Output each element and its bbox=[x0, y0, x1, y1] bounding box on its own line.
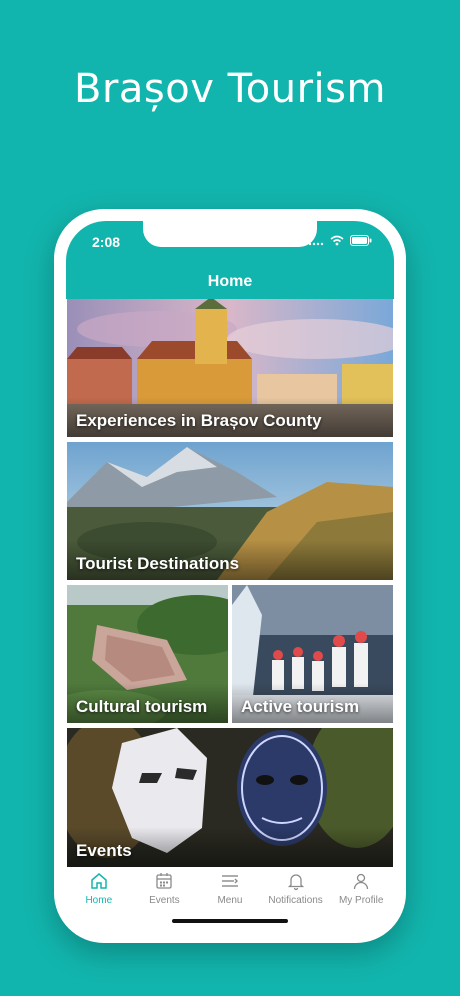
tile-label: Experiences in Brașov County bbox=[76, 411, 322, 430]
profile-icon bbox=[354, 873, 369, 890]
signal-icon bbox=[308, 242, 324, 245]
calendar-icon bbox=[156, 873, 173, 889]
battery-icon bbox=[350, 235, 372, 246]
tile-events[interactable]: Events bbox=[67, 728, 393, 867]
tab-label: My Profile bbox=[338, 895, 384, 906]
status-time: 2:08 bbox=[92, 234, 121, 250]
tab-label: Menu bbox=[217, 895, 243, 906]
home-indicator bbox=[172, 919, 288, 923]
tab-home[interactable]: Home bbox=[66, 867, 132, 931]
phone-notch bbox=[143, 221, 317, 247]
status-icons bbox=[308, 235, 372, 246]
home-icon bbox=[91, 873, 107, 889]
tile-experiences[interactable]: Experiences in Brașov County bbox=[67, 299, 393, 437]
promo-title: Brașov Tourism bbox=[74, 66, 386, 112]
tab-label: Home bbox=[85, 895, 113, 906]
tile-label: Tourist Destinations bbox=[76, 554, 240, 573]
tile-tourist-destinations[interactable]: Tourist Destinations bbox=[67, 442, 393, 580]
page-title: Home bbox=[207, 273, 253, 290]
wifi-icon bbox=[330, 235, 344, 246]
tile-label: Events bbox=[76, 841, 132, 860]
tile-label: Active tourism bbox=[241, 697, 360, 716]
bell-icon bbox=[287, 874, 304, 891]
tab-my-profile[interactable]: My Profile bbox=[328, 867, 394, 931]
menu-icon bbox=[221, 875, 238, 887]
tile-cultural-tourism[interactable]: Cultural tourism bbox=[67, 585, 228, 723]
phone-frame: 2:08 Home Experiences in Brașov County T… bbox=[54, 209, 406, 943]
tab-label: Notifications bbox=[268, 895, 323, 906]
tile-active-tourism[interactable]: Active tourism bbox=[232, 585, 393, 723]
tab-label: Events bbox=[149, 895, 180, 906]
tile-label: Cultural tourism bbox=[76, 697, 208, 716]
app-screen: 2:08 Home Experiences in Brașov County T… bbox=[66, 221, 394, 931]
